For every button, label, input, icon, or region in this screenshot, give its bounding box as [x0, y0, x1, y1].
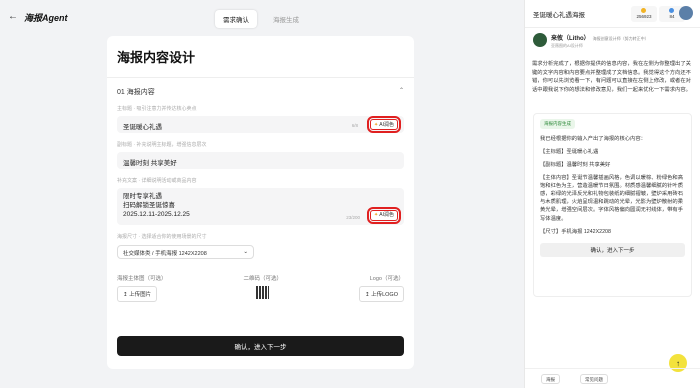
- panel-header: 圣诞暖心礼遇海报 256923 84: [525, 0, 700, 28]
- panel-footer: 海报 常见问题: [525, 368, 700, 388]
- panel-title: 圣诞暖心礼遇海报: [533, 12, 585, 19]
- tab-requirement[interactable]: 需求确认: [215, 10, 257, 28]
- main-title-field[interactable]: 圣诞暖心礼遇 6/8 ✦ AI润色: [117, 116, 404, 133]
- agent-info: 来攸（Litho） 海报创意设计师（努力转正中） 亚薇图的AI设计师: [533, 33, 649, 49]
- upload-label: Logo（可选）: [369, 276, 404, 282]
- confirm-next-button[interactable]: 确认，进入下一步: [117, 336, 404, 356]
- size-hint: 海报尺寸 · 选择适合你的使用场景的尺寸: [117, 234, 207, 240]
- sparkle-icon: ✦: [374, 212, 379, 218]
- chip-faq[interactable]: 常见问题: [580, 374, 608, 384]
- agent-message: 需求分析完成了，根据你提供的信息内容，我在左侧为你整理出了关键的文字内容和内容要…: [532, 61, 691, 93]
- main-image-upload: 海报主体图（可选） ↥ 上传图片: [117, 274, 167, 302]
- chevron-up-icon[interactable]: ⌃: [399, 87, 404, 97]
- page-title: 海报内容设计: [117, 50, 196, 65]
- result-card: 海报内容生成 我已经根据你的输入产出了海报的核心内容： 【主标题】圣诞暖心礼遇 …: [533, 113, 692, 297]
- tab-generation[interactable]: 海报生成: [265, 10, 307, 28]
- avatar[interactable]: [679, 6, 693, 20]
- copy-field[interactable]: 限时专享礼遇 扫码解锁圣诞惊喜 2025.12.11-2025.12.25 23…: [117, 188, 404, 225]
- section-title: 01 海报内容: [117, 89, 155, 96]
- app-logo: 海报Agent: [24, 13, 68, 23]
- logo-upload: Logo（可选） ↥ 上传LOGO: [358, 274, 404, 302]
- divider: [107, 77, 414, 78]
- agent-avatar: [533, 33, 547, 47]
- size-value: 社交媒体类 / 手机海报 1242X2208: [123, 251, 207, 257]
- main-title-value: 圣诞暖心礼遇: [123, 124, 162, 131]
- result-confirm-button[interactable]: 确认，进入下一步: [540, 243, 685, 258]
- copy-line: 限时专享礼遇: [123, 193, 162, 200]
- chevron-down-icon: ⌄: [243, 249, 248, 255]
- agent-name: 来攸（Litho）: [551, 36, 590, 42]
- upload-label: 二维码（可选）: [243, 276, 282, 282]
- upload-label: 海报主体图（可选）: [117, 276, 167, 282]
- result-main-title: 【主标题】圣诞暖心礼遇: [540, 149, 599, 156]
- main-title-hint: 主标题 · 吸引注意力并传达核心卖点: [117, 106, 197, 112]
- upload-logo-button[interactable]: ↥ 上传LOGO: [358, 286, 404, 302]
- result-lead: 我已经根据你的输入产出了海报的核心内容：: [540, 136, 646, 142]
- subtitle-value: 温馨时刻 共享美好: [123, 160, 177, 167]
- chat-panel: 圣诞暖心礼遇海报 256923 84 来攸（Litho） 海报创意设计师（努力转…: [524, 0, 700, 388]
- copy-hint: 补充文案 · 详细说明活动或商品内容: [117, 178, 197, 184]
- agent-tag: 海报创意设计师（努力转正中）: [592, 36, 649, 41]
- section-header[interactable]: 01 海报内容 ⌃: [117, 87, 404, 97]
- ai-polish-button[interactable]: ✦ AI润色: [367, 116, 401, 133]
- result-badge: 海报内容生成: [540, 119, 575, 129]
- qr-code-icon[interactable]: [256, 286, 270, 299]
- main-title-counter: 6/8: [351, 123, 358, 128]
- chip-poster[interactable]: 海报: [541, 374, 560, 384]
- upload-row: 海报主体图（可选） ↥ 上传图片 二维码（可选） Logo（可选） ↥ 上传LO…: [117, 274, 404, 302]
- form-card: 海报内容设计 01 海报内容 ⌃ 主标题 · 吸引注意力并传达核心卖点 圣诞暖心…: [107, 36, 414, 369]
- copy-line: 扫码解锁圣诞惊喜: [123, 202, 175, 209]
- top-bar: ← 海报Agent 需求确认 海报生成: [0, 0, 524, 34]
- arrow-left-icon[interactable]: ←: [8, 11, 18, 22]
- result-subtitle: 【副标题】温馨时刻 共享美好: [540, 162, 611, 169]
- subtitle-hint: 副标题 · 补充说明主标题，增强信息层次: [117, 142, 207, 148]
- copy-counter: 23/200: [346, 215, 360, 220]
- size-select[interactable]: 社交媒体类 / 手机海报 1242X2208 ⌄: [117, 245, 254, 259]
- upload-image-button[interactable]: ↥ 上传图片: [117, 286, 158, 302]
- result-body: 【主体内容】圣诞节温馨插画风格，色调以暖棕、粉绿色和高饱和红色为主，营造温暖节日…: [540, 174, 684, 222]
- agent-subtitle: 亚薇图的AI设计师: [551, 43, 583, 48]
- qr-upload: 二维码（可选）: [243, 274, 282, 302]
- subtitle-field[interactable]: 温馨时刻 共享美好: [117, 152, 404, 169]
- sparkle-icon: ✦: [374, 121, 379, 128]
- coin-counter[interactable]: 256923: [631, 6, 657, 22]
- step-tabs: 需求确认 海报生成: [215, 10, 307, 28]
- result-size: 【尺寸】手机海报 1242X2208: [540, 228, 611, 235]
- ai-polish-button[interactable]: ✦ AI润色: [367, 207, 401, 224]
